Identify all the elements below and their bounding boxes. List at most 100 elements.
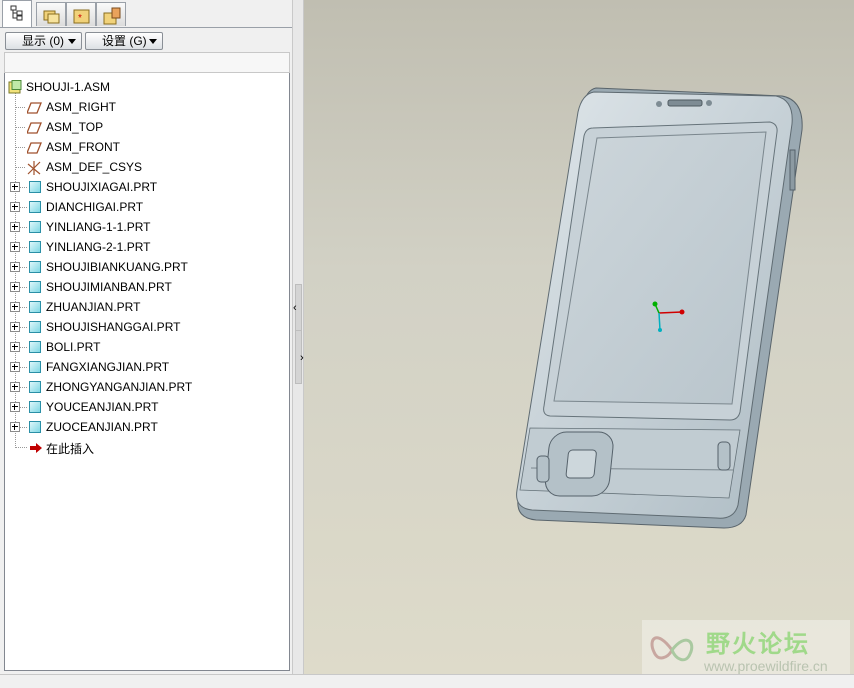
tree-item-part[interactable]: YOUCEANJIAN.PRT: [5, 397, 289, 417]
expand-toggle-icon[interactable]: [10, 322, 20, 332]
assembly-icon: [8, 80, 22, 94]
tree-item-datum[interactable]: ASM_FRONT: [5, 137, 289, 157]
csys-x-axis: [658, 311, 683, 314]
tree-item-part[interactable]: ZUOCEANJIAN.PRT: [5, 417, 289, 437]
model-tree: SHOUJI-1.ASM ASM_RIGHT ASM_TOP ASM_FRONT: [4, 73, 290, 671]
tree-item-label: YINLIANG-1-1.PRT: [46, 220, 151, 234]
tree-item-part[interactable]: SHOUJIXIAGAI.PRT: [5, 177, 289, 197]
chevron-down-icon: [149, 39, 157, 44]
expand-toggle-icon[interactable]: [10, 182, 20, 192]
tree-connector: [19, 227, 27, 228]
part-icon: [29, 401, 41, 413]
expand-toggle-icon[interactable]: [10, 342, 20, 352]
tree-root[interactable]: SHOUJI-1.ASM: [5, 77, 289, 97]
part-icon: [29, 321, 41, 333]
datum-plane-icon: [27, 122, 42, 134]
phone-model-3d[interactable]: [304, 0, 854, 674]
tree-item-part[interactable]: SHOUJISHANGGAI.PRT: [5, 317, 289, 337]
tree-item-label: ASM_TOP: [46, 120, 104, 134]
expand-toggle-icon[interactable]: [10, 202, 20, 212]
expand-toggle-icon[interactable]: [10, 362, 20, 372]
tree-connector: [15, 447, 27, 448]
coordinate-system-icon: [27, 161, 41, 175]
tree-item-datum[interactable]: ASM_RIGHT: [5, 97, 289, 117]
tab-favorites[interactable]: *: [66, 2, 96, 26]
tree-item-part[interactable]: ZHONGYANGANJIAN.PRT: [5, 377, 289, 397]
part-icon: [29, 181, 41, 193]
expand-toggle-icon[interactable]: [10, 282, 20, 292]
tree-item-part[interactable]: BOLI.PRT: [5, 337, 289, 357]
tree-item-label: SHOUJIMIANBAN.PRT: [46, 280, 172, 294]
insert-here-label: 在此插入: [46, 442, 95, 456]
tree-connector: [19, 407, 27, 408]
tree-connector: [19, 267, 27, 268]
part-icon: [29, 201, 41, 213]
tab-connections[interactable]: [96, 2, 126, 26]
part-icon: [29, 421, 41, 433]
tree-connector: [19, 367, 27, 368]
part-icon: [29, 281, 41, 293]
tree-item-part[interactable]: DIANCHIGAI.PRT: [5, 197, 289, 217]
tree-connector: [19, 327, 27, 328]
tree-item-label: BOLI.PRT: [46, 340, 101, 354]
expand-toggle-icon[interactable]: [10, 222, 20, 232]
datum-plane-icon: [27, 142, 42, 154]
watermark-url: www.proewildfire.cn: [704, 658, 828, 674]
tree-connector: [15, 107, 25, 108]
watermark: 野火论坛 www.proewildfire.cn: [642, 620, 850, 674]
butterfly-logo-icon: [650, 636, 694, 662]
tree-connector: [15, 127, 25, 128]
part-icon: [29, 341, 41, 353]
tree-item-label: ASM_RIGHT: [46, 100, 117, 114]
panel-splitter[interactable]: ‹ ›: [292, 0, 304, 687]
folder-browser-icon: [43, 10, 60, 24]
tree-item-part[interactable]: YINLIANG-1-1.PRT: [5, 217, 289, 237]
expand-toggle-icon[interactable]: [10, 422, 20, 432]
tree-item-part[interactable]: ZHUANJIAN.PRT: [5, 297, 289, 317]
tree-item-part[interactable]: YINLIANG-2-1.PRT: [5, 237, 289, 257]
show-menu-button[interactable]: 显示 (0): [5, 32, 82, 50]
tree-item-label: ZUOCEANJIAN.PRT: [46, 420, 158, 434]
navigator-tabs: *: [0, 0, 296, 27]
tree-item-label: DIANCHIGAI.PRT: [46, 200, 144, 214]
show-menu-label: 显示 (0): [22, 34, 65, 48]
part-icon: [29, 361, 41, 373]
watermark-title: 野火论坛: [706, 630, 810, 658]
expand-toggle-icon[interactable]: [10, 242, 20, 252]
part-icon: [29, 261, 41, 273]
collapse-left-icon[interactable]: ‹: [293, 302, 297, 314]
tree-connector: [15, 167, 25, 168]
tree-connector: [19, 387, 27, 388]
tree-item-part[interactable]: SHOUJIBIANKUANG.PRT: [5, 257, 289, 277]
insert-here-marker[interactable]: 在此插入: [5, 437, 289, 457]
insert-arrow-icon: [30, 443, 42, 453]
tree-item-part[interactable]: FANGXIANGJIAN.PRT: [5, 357, 289, 377]
part-icon: [29, 221, 41, 233]
expand-toggle-icon[interactable]: [10, 302, 20, 312]
tree-connector: [19, 347, 27, 348]
part-icon: [29, 381, 41, 393]
model-tree-icon: [10, 5, 23, 21]
expand-toggle-icon[interactable]: [10, 262, 20, 272]
expand-toggle-icon[interactable]: [10, 382, 20, 392]
tree-item-label: ZHONGYANGANJIAN.PRT: [46, 380, 193, 394]
tree-item-csys[interactable]: ASM_DEF_CSYS: [5, 157, 289, 177]
favorites-folder-icon: *: [73, 9, 90, 24]
tab-model-tree[interactable]: [2, 0, 32, 27]
tree-item-datum[interactable]: ASM_TOP: [5, 117, 289, 137]
expand-toggle-icon[interactable]: [10, 402, 20, 412]
settings-menu-label: 设置 (G): [102, 34, 147, 48]
tree-connector: [19, 287, 27, 288]
tree-item-label: YINLIANG-2-1.PRT: [46, 240, 151, 254]
settings-menu-button[interactable]: 设置 (G): [85, 32, 163, 50]
tree-column-header: [4, 52, 290, 73]
tree-item-part[interactable]: SHOUJIMIANBAN.PRT: [5, 277, 289, 297]
model-tree-toolbar: 显示 (0) 设置 (G): [0, 27, 292, 54]
svg-text:*: *: [78, 13, 82, 24]
graphics-window[interactable]: 野火论坛 www.proewildfire.cn: [304, 0, 854, 674]
tree-connector: [15, 147, 25, 148]
tree-connector: [19, 187, 27, 188]
tree-item-label: ASM_DEF_CSYS: [46, 160, 143, 174]
tab-folder-browser[interactable]: [36, 2, 66, 26]
tree-item-label: SHOUJIXIAGAI.PRT: [46, 180, 158, 194]
